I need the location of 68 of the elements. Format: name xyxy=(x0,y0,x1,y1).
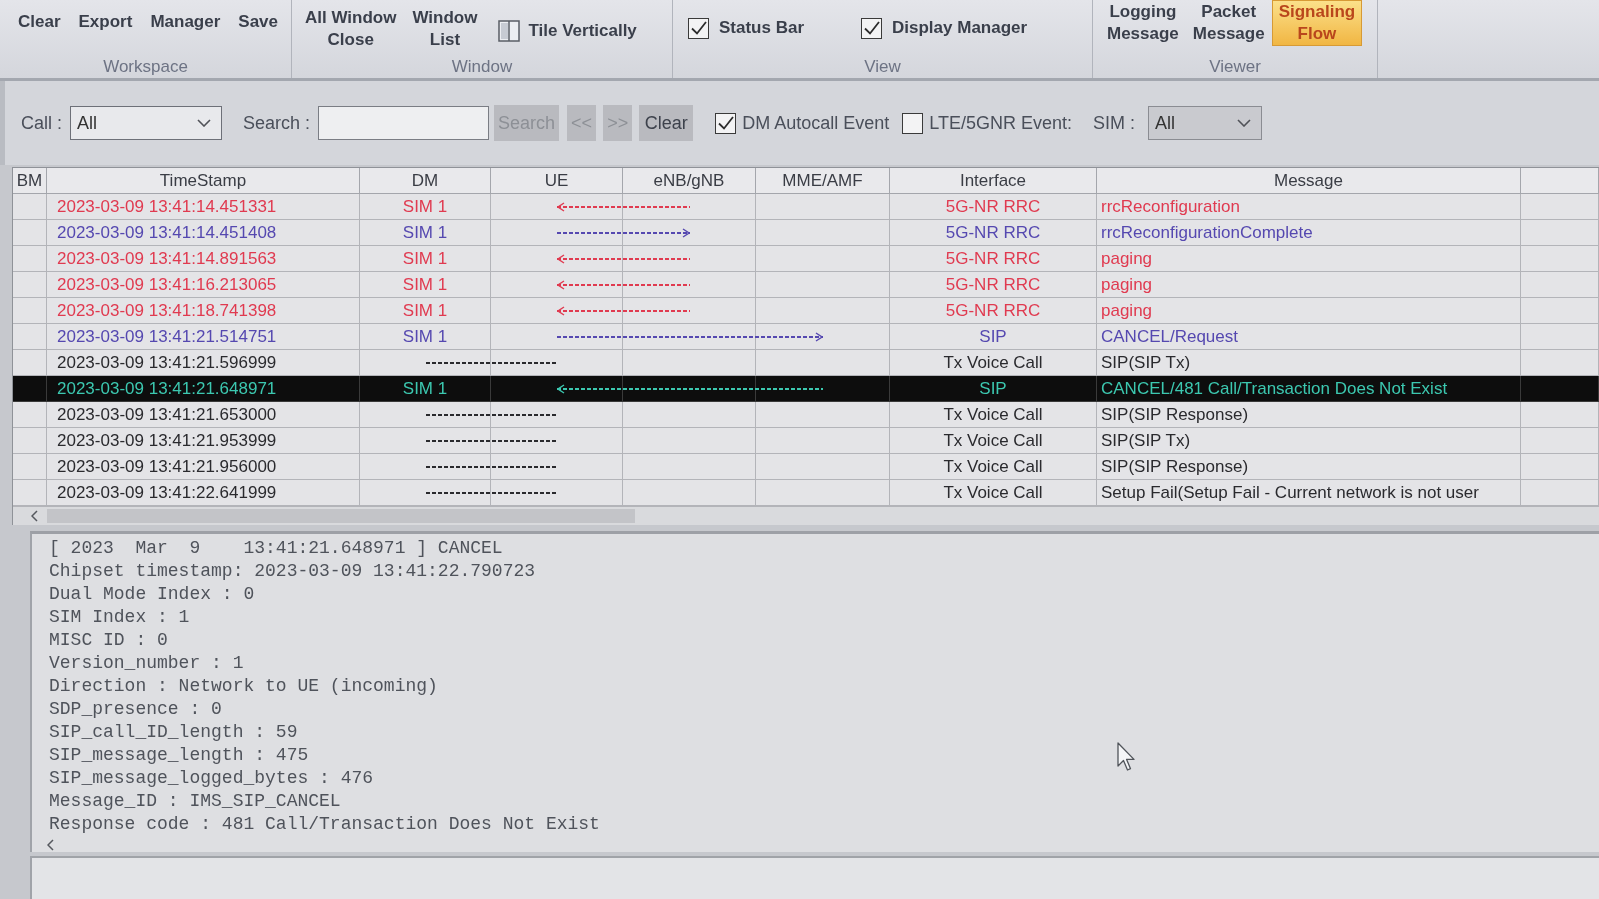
detail-line: Version_number : 1 xyxy=(49,652,244,675)
table-row[interactable]: 2023-03-09 13:41:21.653000 Tx Voice Call SIP(SIP Response) xyxy=(13,402,1599,428)
detail-line: Direction : Network to UE (incoming) xyxy=(49,675,438,698)
table-row[interactable]: 2023-03-09 13:41:22.641999 Tx Voice Call Setup Fail(Setup Fail - Current network is not user xyxy=(13,480,1599,506)
checkmark-icon xyxy=(717,116,734,130)
checkbox[interactable] xyxy=(902,112,924,134)
detail-line: MISC ID : 0 xyxy=(49,629,168,652)
table-row[interactable]: 2023-03-09 13:41:21.514751 SIM 1 SIP CANCEL/Request xyxy=(13,324,1599,350)
ribbon-button[interactable]: Logging Message xyxy=(1100,0,1186,46)
table-row[interactable]: 2023-03-09 13:41:21.596999 Tx Voice Call SIP(SIP Tx) xyxy=(13,350,1599,376)
detail-line: SIP_message_length : 475 xyxy=(49,744,309,767)
ribbon-button[interactable]: Clear xyxy=(11,10,68,34)
ribbon-button[interactable]: Window List xyxy=(405,6,485,52)
table-row[interactable]: 2023-03-09 13:41:21.956000 Tx Voice Call SIP(SIP Response) xyxy=(13,454,1599,480)
column-header[interactable]: Message xyxy=(1097,168,1521,194)
column-header[interactable]: MME/AMF xyxy=(756,168,890,194)
ribbon-button[interactable]: Save xyxy=(231,10,285,34)
column-header[interactable]: eNB/gNB xyxy=(623,168,756,194)
detail-line: SIP_call_ID_length : 59 xyxy=(49,721,298,744)
dropdown[interactable]: All xyxy=(70,106,222,140)
group-label: Window xyxy=(451,56,513,78)
group-label: View xyxy=(864,56,901,78)
column-header[interactable]: Interface xyxy=(890,168,1097,194)
column-header[interactable]: TimeStamp xyxy=(47,168,360,194)
detail-line: Dual Mode Index : 0 xyxy=(49,583,255,606)
detail-line: Response code : 481 Call/Transaction Does Not Exist xyxy=(49,813,600,836)
dropdown[interactable]: All xyxy=(1148,106,1262,140)
checkmark-icon xyxy=(863,21,880,35)
ribbon-button[interactable]: Export xyxy=(71,10,140,34)
field-label: SIM : xyxy=(1092,112,1135,134)
scroll-left-icon[interactable] xyxy=(31,510,38,522)
group-label: Viewer xyxy=(1209,56,1261,78)
ribbon-button[interactable]: Tile Vertically xyxy=(498,20,637,42)
ribbon-button[interactable]: Signaling Flow xyxy=(1271,0,1363,46)
checkmark-icon xyxy=(690,21,707,35)
detail-line: [ 2023 Mar 9 13:41:21.648971 ] CANCEL xyxy=(49,537,503,560)
detail-line: SDP_presence : 0 xyxy=(49,698,222,721)
checkbox-label: LTE/5GNR Event: xyxy=(929,112,1072,134)
detail-line: SIP_message_logged_bytes : 476 xyxy=(49,767,374,790)
checkbox[interactable] xyxy=(861,17,883,39)
clear-button[interactable]: Clear xyxy=(639,105,694,141)
checkbox[interactable] xyxy=(688,17,709,39)
detail-line: Chipset timestamp: 2023-03-09 13:41:22.790723 xyxy=(49,560,536,583)
chevron-down-icon xyxy=(197,119,211,127)
field-label: Call : xyxy=(21,112,62,134)
mouse-pointer-icon xyxy=(1117,742,1135,772)
field-label: Search : xyxy=(243,112,311,134)
scroll-left-icon[interactable] xyxy=(47,838,54,851)
search-field[interactable] xyxy=(318,106,490,140)
ribbon-button[interactable]: Manager xyxy=(143,10,228,34)
group-label: Workspace xyxy=(103,56,188,78)
detail-line: SIM Index : 1 xyxy=(49,606,190,629)
table-row[interactable]: 2023-03-09 13:41:21.648971 SIM 1 SIP CANCEL/481 Call/Transaction Does Not Exist xyxy=(13,376,1599,402)
checkbox-label: DM Autocall Event xyxy=(742,112,890,134)
column-header[interactable]: BM xyxy=(13,168,47,194)
checkbox[interactable] xyxy=(715,112,737,134)
column-header[interactable]: UE xyxy=(491,168,623,194)
chevron-down-icon xyxy=(1237,119,1251,127)
checkbox-label: Display Manager xyxy=(892,18,1028,38)
ribbon-button[interactable]: All Window Close xyxy=(298,6,404,52)
ribbon-button[interactable]: Packet Message xyxy=(1185,0,1272,46)
column-header[interactable]: DM xyxy=(360,168,491,194)
horizontal-scrollbar[interactable] xyxy=(13,506,1599,525)
checkbox-label: Status Bar xyxy=(719,18,805,38)
table-row[interactable]: 2023-03-09 13:41:21.953999 Tx Voice Call SIP(SIP Tx) xyxy=(13,428,1599,454)
table-row[interactable]: 2023-03-09 13:41:14.451408 SIM 1 5G-NR RRC rrcReconfigurationComplete xyxy=(13,220,1599,246)
split-panes-icon xyxy=(498,20,521,42)
detail-line: Message_ID : IMS_SIP_CANCEL xyxy=(49,790,341,813)
